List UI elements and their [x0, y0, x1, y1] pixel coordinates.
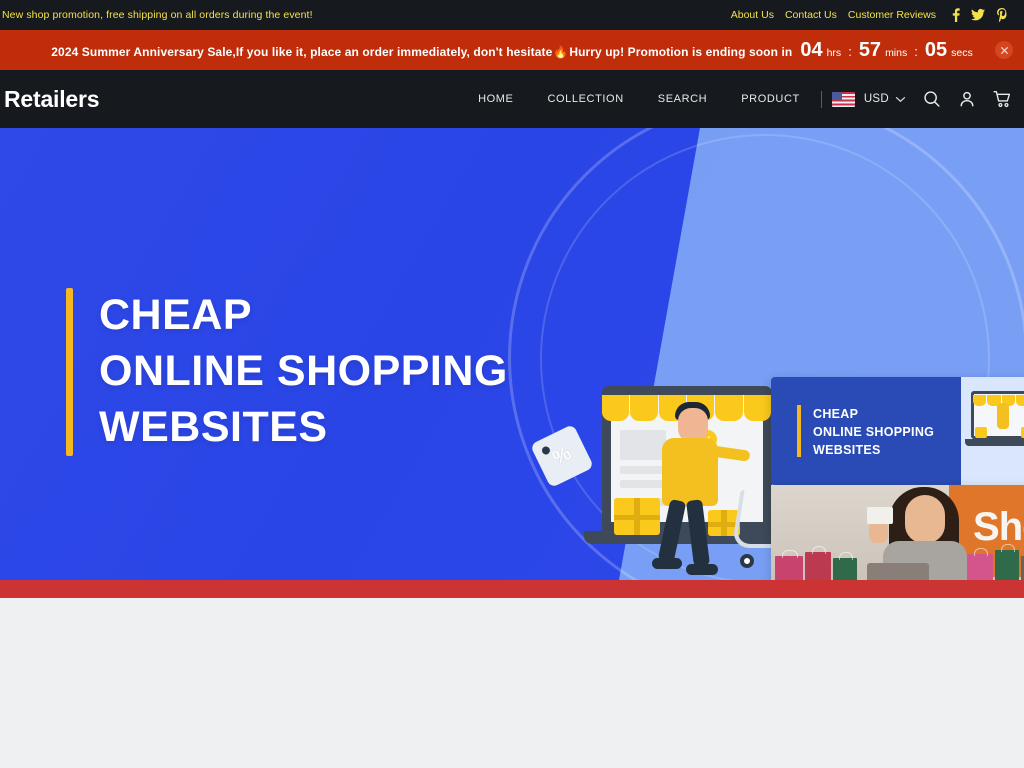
promo-banner-content: 2024 Summer Anniversary Sale,If you like…	[51, 40, 972, 60]
countdown-seconds: 05	[924, 39, 948, 61]
pinterest-icon[interactable]	[996, 8, 1008, 22]
gift-box-graphic	[614, 498, 660, 535]
overlay-headline-line-1: CHEAP	[813, 407, 859, 421]
shopping-bag	[967, 548, 993, 580]
nav-item-search[interactable]: SEARCH	[641, 93, 724, 105]
person-photo	[905, 495, 945, 543]
chevron-down-icon[interactable]	[895, 90, 906, 108]
shopping-bag	[995, 544, 1019, 580]
overlay-accent-bar	[797, 405, 801, 457]
cart-wheel	[740, 554, 754, 568]
countdown-minutes-unit: mins	[885, 47, 908, 59]
site-logo[interactable]: Retailers	[4, 86, 100, 113]
account-icon[interactable]	[958, 90, 976, 108]
header-tools: USD	[831, 90, 1012, 108]
overlay-headline-line-2: ONLINE SHOPPING	[813, 425, 935, 440]
close-icon	[1000, 46, 1008, 54]
person-photo	[869, 521, 888, 543]
overlay-card-copy: CHEAP ONLINE SHOPPING WEBSITES	[771, 377, 961, 485]
countdown-separator-2: :	[914, 44, 918, 59]
countdown-seconds-unit: secs	[951, 47, 973, 59]
screen-block	[620, 430, 666, 460]
promo-countdown-banner: 2024 Summer Anniversary Sale,If you like…	[0, 30, 1024, 70]
hero-banner: CHEAP ONLINE SHOPPING WEBSITES % ✓ ✓	[0, 128, 1024, 580]
page-content-area	[0, 598, 1024, 764]
site-header: Retailers HOME COLLECTION SEARCH PRODUCT…	[0, 70, 1024, 128]
credit-card-graphic	[867, 507, 893, 524]
currency-selector-label[interactable]: USD	[864, 93, 889, 105]
link-about-us[interactable]: About Us	[731, 9, 774, 21]
shopping-bag	[775, 550, 803, 580]
nav-divider	[820, 90, 822, 108]
fire-icon: 🔥	[553, 45, 569, 59]
main-navigation: HOME COLLECTION SEARCH PRODUCT USD	[461, 90, 1012, 108]
facebook-icon[interactable]	[952, 8, 960, 22]
overlay-headline-line-3: WEBSITES	[813, 443, 881, 458]
link-customer-reviews[interactable]: Customer Reviews	[848, 9, 936, 21]
laptop-photo	[867, 563, 929, 580]
cart-icon[interactable]	[993, 90, 1012, 108]
top-utility-bar: New shop promotion, free shipping on all…	[0, 0, 1024, 30]
hero-accent-bar	[66, 288, 73, 456]
close-banner-button[interactable]	[995, 41, 1013, 59]
search-icon[interactable]	[923, 90, 941, 108]
overlay-preview-card[interactable]: CHEAP ONLINE SHOPPING WEBSITES	[771, 377, 1024, 485]
hero-headline: CHEAP ONLINE SHOPPING WEBSITES	[99, 288, 508, 456]
us-flag-icon[interactable]	[831, 91, 855, 107]
social-links	[952, 8, 1008, 22]
hero-copy: CHEAP ONLINE SHOPPING WEBSITES	[66, 288, 508, 456]
hero-headline-line-2: ONLINE SHOPPING	[99, 346, 508, 395]
shopper-figure	[686, 564, 718, 575]
promo-banner-text: 2024 Summer Anniversary Sale,If you like…	[51, 45, 553, 59]
sign-text-bottom: Shop	[973, 505, 1024, 549]
link-contact-us[interactable]: Contact Us	[785, 9, 837, 21]
promotion-message: New shop promotion, free shipping on all…	[2, 9, 313, 21]
twitter-icon[interactable]	[971, 8, 985, 22]
countdown-hours-unit: hrs	[826, 47, 842, 59]
countdown-separator-1: :	[848, 44, 852, 59]
overlay-video-thumbnail[interactable]: Onlin Shop	[771, 485, 1024, 580]
promo-banner-text-after: Hurry up! Promotion is ending soon in	[569, 45, 793, 59]
page-root: New shop promotion, free shipping on all…	[0, 0, 1024, 768]
shopper-figure	[678, 408, 708, 442]
overlay-card-thumbnail	[961, 377, 1024, 485]
shopping-bag	[833, 552, 857, 580]
red-divider-band	[0, 580, 1024, 598]
top-utility-links: About Us Contact Us Customer Reviews	[731, 8, 1008, 22]
countdown-minutes: 57	[858, 39, 882, 61]
shopper-figure	[652, 558, 682, 569]
hero-headline-line-3: WEBSITES	[99, 402, 328, 451]
nav-item-home[interactable]: HOME	[461, 93, 530, 105]
nav-item-product[interactable]: PRODUCT	[724, 93, 817, 105]
countdown-timer: 04 hrs : 57 mins : 05 secs	[800, 40, 972, 60]
nav-item-collection[interactable]: COLLECTION	[530, 93, 640, 105]
countdown-hours: 04	[800, 39, 823, 61]
hero-headline-line-1: CHEAP	[99, 291, 253, 339]
shopping-bag	[805, 546, 831, 580]
